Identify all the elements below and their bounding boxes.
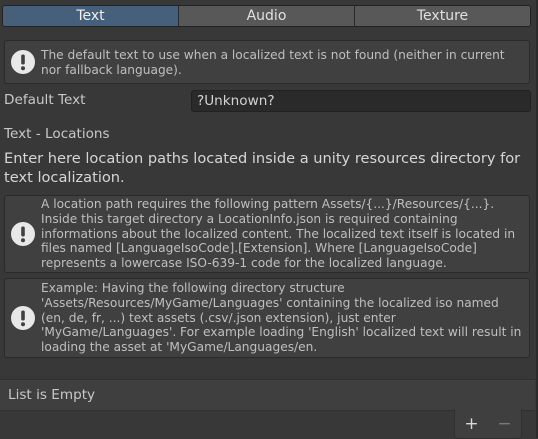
help-box-location-pattern: A location path requires the following p… (4, 195, 530, 273)
exclamation-icon (5, 49, 41, 75)
add-item-button[interactable]: + (459, 414, 485, 434)
list-footer: + − (454, 409, 522, 439)
help-box-example: Example: Having the following directory … (4, 278, 530, 358)
default-text-label: Default Text (4, 92, 86, 108)
list-empty-label: List is Empty (8, 387, 96, 403)
section-description: Enter here location paths located inside… (4, 150, 521, 186)
remove-item-button[interactable]: − (492, 414, 518, 434)
help-box-default-text: The default text to use when a localized… (4, 40, 530, 84)
default-text-field[interactable] (191, 90, 531, 112)
help-text: A location path requires the following p… (41, 196, 516, 271)
tab-text[interactable]: Text (3, 6, 179, 26)
tab-bar: Text Audio Texture (2, 5, 531, 27)
locations-list: List is Empty (0, 379, 535, 411)
help-text: The default text to use when a localized… (41, 47, 505, 77)
tab-audio[interactable]: Audio (179, 6, 355, 26)
help-text: Example: Having the following directory … (41, 280, 522, 355)
section-title: Text - Locations (4, 126, 110, 142)
exclamation-icon (5, 305, 41, 331)
exclamation-icon (5, 221, 41, 247)
tab-texture[interactable]: Texture (355, 6, 530, 26)
